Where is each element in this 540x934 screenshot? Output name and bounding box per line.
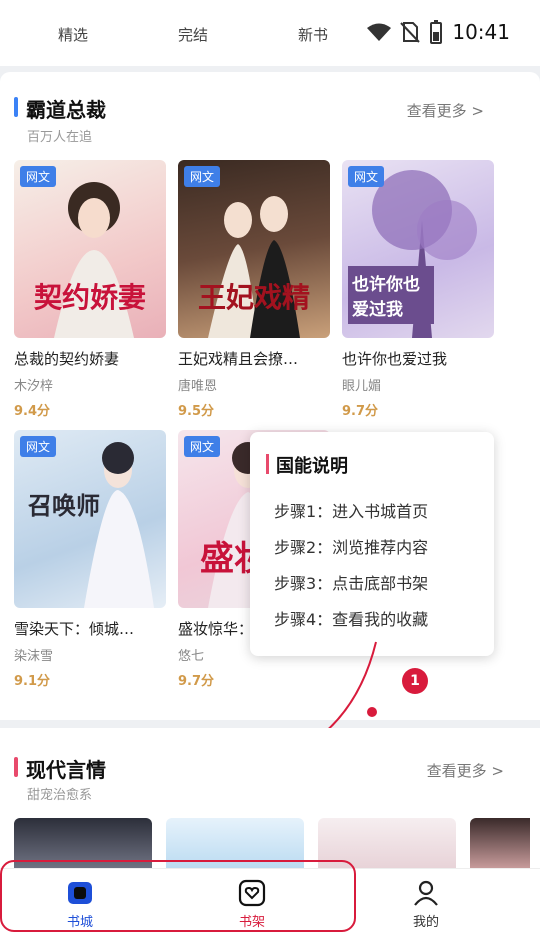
tooltip-step: 步骤1：进入书城首页 (274, 502, 429, 521)
book-card[interactable]: 网文 王妃戏精 王妃戏精且会撩… 唐唯恩 9.5分 (178, 160, 330, 419)
book-author: 木汐梓 (14, 379, 54, 394)
book-title[interactable]: 王妃戏精且会撩… (178, 348, 330, 369)
top-bar: 精选 完结 新书 10:41 (0, 0, 540, 66)
profile-icon (414, 880, 438, 906)
tab-completed[interactable]: 完结 (178, 24, 208, 45)
genre-tag: 网文 (348, 166, 385, 187)
no-sim-icon (400, 22, 421, 43)
nav-label: 我的 (412, 915, 439, 930)
highlight-box (0, 860, 356, 932)
book-score: 9.7分 (342, 404, 379, 419)
section-title: 现代言情 (14, 754, 106, 783)
book-score: 9.4分 (14, 404, 51, 419)
cover-title: 也许你也爱过我 (348, 266, 434, 324)
clock: 10:41 (452, 20, 510, 44)
book-card[interactable]: 网文 契约娇妻 总裁的契约娇妻 木汐梓 9.4分 (14, 160, 166, 419)
cover-title: 召唤师 (28, 491, 100, 520)
nav-profile[interactable]: 我的 (366, 869, 486, 934)
section-modern-romance: 现代言情 甜宠治愈系 查看更多 > (0, 728, 540, 868)
tooltip-step: 步骤2：浏览推荐内容 (274, 538, 429, 557)
book-score: 9.7分 (178, 674, 215, 689)
tab-new-books[interactable]: 新书 (298, 24, 328, 45)
book-cover[interactable]: 网文 王妃戏精 (178, 160, 330, 338)
book-cover[interactable]: 网文 契约娇妻 (14, 160, 166, 338)
section-title: 霸道总裁 (14, 94, 106, 123)
tooltip-title: 国能说明 (266, 452, 348, 478)
genre-tag: 网文 (20, 166, 57, 187)
see-more-link[interactable]: 查看更多 > (427, 760, 504, 781)
see-more-link[interactable]: 查看更多 > (407, 100, 484, 121)
wifi-icon (367, 23, 392, 41)
cover-title: 契约娇妻 (33, 281, 146, 314)
book-card[interactable]: 网文 也许你也爱过我 也许你也爱过我 眼儿媚 9.7分 (342, 160, 494, 419)
battery-icon (430, 20, 443, 44)
function-tooltip: 国能说明 步骤1：进入书城首页 步骤2：浏览推荐内容 步骤3：点击底部书架 步骤… (250, 432, 494, 656)
book-author: 眼儿媚 (342, 379, 382, 394)
book-score: 9.1分 (14, 674, 51, 689)
cover-title: 王妃戏精 (197, 281, 310, 314)
genre-tag: 网文 (184, 436, 221, 457)
genre-tag: 网文 (20, 436, 57, 457)
book-author: 染沫雪 (14, 649, 54, 664)
step-badge: 1 (402, 668, 428, 694)
tab-featured[interactable]: 精选 (58, 24, 88, 45)
book-cover[interactable]: 网文 召唤师 (14, 430, 166, 608)
book-title[interactable]: 也许你也爱过我 (342, 348, 494, 369)
tooltip-step: 步骤4：查看我的收藏 (274, 610, 429, 629)
book-card[interactable]: 网文 召唤师 雪染天下：倾城… 染沫雪 9.1分 (14, 430, 166, 689)
tooltip-step: 步骤3：点击底部书架 (274, 574, 429, 593)
section-subtitle: 甜宠治愈系 (27, 788, 93, 803)
genre-tag: 网文 (184, 166, 221, 187)
status-bar: 10:41 (366, 20, 510, 44)
book-title[interactable]: 雪染天下：倾城… (14, 618, 166, 639)
section-subtitle: 百万人在追 (27, 130, 93, 145)
book-cover[interactable] (470, 818, 530, 868)
book-score: 9.5分 (178, 404, 215, 419)
book-author: 唐唯恩 (178, 379, 218, 394)
book-title[interactable]: 总裁的契约娇妻 (14, 348, 166, 369)
book-cover[interactable]: 网文 也许你也爱过我 (342, 160, 494, 338)
